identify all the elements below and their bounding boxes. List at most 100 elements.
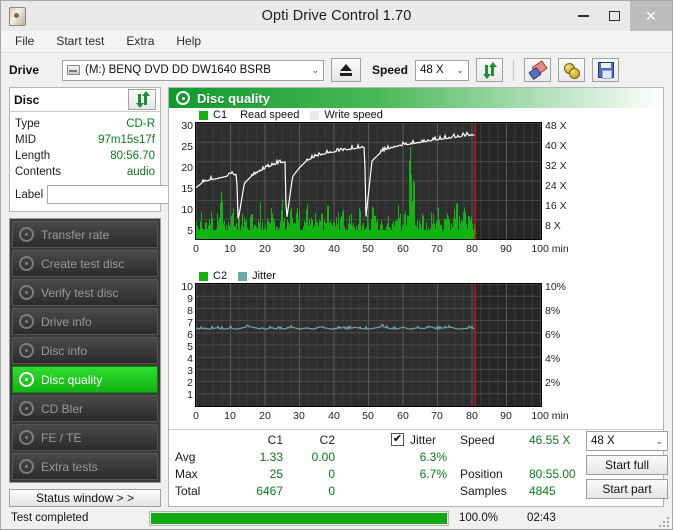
test-speed-select[interactable]: 48 X ⌄ [586, 431, 668, 451]
c1-ytick-15: 15 [181, 183, 193, 195]
c1-chart[interactable]: C1 Read speed Write speed 30 25 20 15 10… [169, 108, 663, 268]
c2-xtick-50: 50 [362, 410, 374, 422]
window-title: Opti Drive Control 1.70 [261, 8, 412, 24]
c2-xtick-0: 0 [193, 410, 199, 422]
sidebar-item-fe-te[interactable]: FE / TE [12, 424, 158, 451]
c1-y2tick-16: 16 X [545, 200, 567, 212]
app-window: Opti Drive Control 1.70 ✕ File Start tes… [0, 0, 673, 530]
menu-start-test[interactable]: Start test [45, 31, 115, 52]
stats-avg-c2: 0.00 [311, 450, 335, 464]
menu-extra[interactable]: Extra [115, 31, 165, 52]
c1-plot-area[interactable] [195, 122, 542, 240]
legend-label-jitter: Jitter [252, 270, 276, 282]
stats-value-speed: 46.55 X [529, 433, 571, 447]
c2-xtick-70: 70 [431, 410, 443, 422]
c2-jitter-chart[interactable]: C2 Jitter 10 9 8 7 6 5 4 3 2 1 10% 8% 6%… [169, 268, 663, 433]
eject-icon [340, 64, 352, 76]
c2-xtick-40: 40 [328, 410, 340, 422]
c2-xtick-90: 90 [500, 410, 512, 422]
sidebar-item-create-test-disc[interactable]: Create test disc [12, 250, 158, 277]
legend-swatch-write-speed [310, 110, 320, 120]
c1-xtick-40: 40 [328, 243, 340, 255]
resize-grip-icon[interactable] [659, 517, 669, 527]
jitter-checkbox[interactable]: ✔ [391, 433, 404, 446]
sidebar-item-disc-quality[interactable]: Disc quality [12, 366, 158, 393]
sidebar-item-drive-info[interactable]: Drive info [12, 308, 158, 335]
drive-select[interactable]: (M:) BENQ DVD DD DW1640 BSRB ⌄ [62, 59, 324, 81]
c2-plot-area[interactable] [195, 283, 542, 407]
title-bar: Opti Drive Control 1.70 ✕ [1, 1, 672, 31]
c2-xtick-10: 10 [224, 410, 236, 422]
refresh-icon [482, 61, 498, 79]
c2-ytick-5: 5 [187, 341, 193, 353]
disc-quality-icon [19, 372, 34, 387]
c2-ytick-3: 3 [187, 365, 193, 377]
save-icon [597, 62, 614, 79]
sidebar-item-transfer-rate[interactable]: Transfer rate [12, 221, 158, 248]
legend-label-c2: C2 [213, 270, 228, 282]
disc-properties: Type CD-R MID 97m15s17f Length 80:56.70 … [10, 112, 254, 211]
eject-button[interactable] [331, 58, 361, 82]
c1-chart-legend: C1 Read speed Write speed [199, 109, 383, 121]
c2-ytick-1: 1 [187, 389, 193, 401]
disc-icon [19, 227, 34, 242]
stats-total-c2: 0 [328, 484, 335, 498]
chevron-down-icon: ⌄ [456, 64, 465, 75]
disc-label-key: Label [15, 188, 44, 201]
c2-ytick-9: 9 [187, 293, 193, 305]
stats-key-samples: Samples [460, 484, 507, 498]
c2-y2tick-8: 8% [545, 305, 561, 317]
c2-ytick-4: 4 [187, 353, 193, 365]
c1-y2tick-8: 8 X [545, 220, 561, 232]
disc-bler-icon [19, 401, 34, 416]
start-full-button[interactable]: Start full [586, 455, 668, 475]
sidebar-label-disc-info: Disc info [41, 343, 88, 358]
disc-write-icon [19, 256, 34, 271]
bitsetting-button[interactable] [558, 58, 586, 82]
c1-plot-svg [196, 123, 541, 239]
c1-ytick-25: 25 [181, 141, 193, 153]
sidebar-label-create-test-disc: Create test disc [41, 256, 125, 271]
speed-select[interactable]: 48 X ⌄ [415, 59, 470, 81]
stats-avg-c1: 1.33 [259, 450, 283, 464]
progress-bar [149, 510, 449, 526]
c2-chart-legend: C2 Jitter [199, 270, 276, 282]
stats-header-c1: C1 [267, 433, 283, 447]
sidebar-item-disc-info[interactable]: Disc info [12, 337, 158, 364]
c2-xtick-60: 60 [397, 410, 409, 422]
c2-xtick-30: 30 [293, 410, 305, 422]
chevron-down-icon: ⌄ [311, 64, 319, 75]
erase-disc-button[interactable] [524, 58, 552, 82]
stats-avg-jitter: 6.3% [419, 450, 447, 464]
sidebar-item-extra-tests[interactable]: Extra tests [12, 453, 158, 480]
sidebar-item-verify-test-disc[interactable]: Verify test disc [12, 279, 158, 306]
sidebar-label-drive-info: Drive info [41, 314, 92, 329]
stats-key-speed: Speed [460, 433, 495, 447]
refresh-button[interactable] [476, 58, 504, 82]
toolbar-divider [513, 59, 515, 81]
save-button[interactable] [592, 58, 620, 82]
menu-file[interactable]: File [10, 31, 45, 52]
progress-percent: 100.0% [459, 512, 499, 524]
c1-xtick-30: 30 [293, 243, 305, 255]
drive-select-value: (M:) BENQ DVD DD DW1640 BSRB [85, 64, 271, 76]
disc-panel-header: Disc [10, 88, 160, 112]
start-part-button[interactable]: Start part [586, 479, 668, 499]
c1-y2tick-24: 24 X [545, 180, 567, 192]
sidebar-item-cd-bler[interactable]: CD Bler [12, 395, 158, 422]
c2-y2tick-10: 10% [545, 281, 567, 293]
c1-xtick-80: 80 [466, 243, 478, 255]
c1-xtick-10: 10 [224, 243, 236, 255]
menu-help[interactable]: Help [165, 31, 212, 52]
status-window-button[interactable]: Status window > > [9, 489, 161, 507]
disc-refresh-button[interactable] [128, 89, 156, 110]
disc-info-panel: Disc Type CD-R MID 97m15s17f Length 80:5… [9, 87, 254, 212]
c1-xtick-100: 100 min [531, 243, 569, 255]
disc-label-row: Label [15, 183, 254, 206]
jitter-checkbox-label: Jitter [410, 433, 437, 447]
c2-ytick-10: 10 [181, 281, 193, 293]
chevron-down-icon: ⌄ [655, 435, 663, 446]
disc-row-contents: Contents audio [15, 164, 155, 180]
stats-row-label-total: Total [175, 484, 201, 498]
stats-key-position: Position [460, 467, 503, 481]
